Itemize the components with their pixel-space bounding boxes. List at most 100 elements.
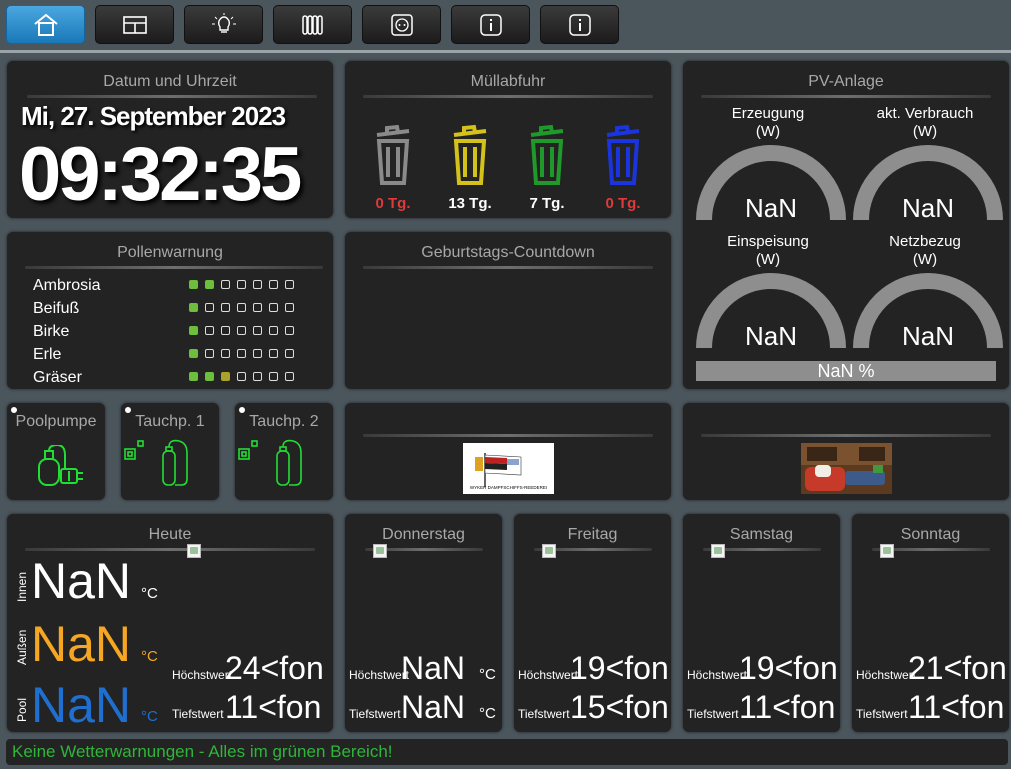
nav-divider	[0, 50, 1011, 53]
pollen-level-dot	[269, 326, 278, 335]
pollen-level-dot	[253, 349, 262, 358]
pollen-row: Beifuß	[33, 300, 313, 320]
high-label: Höchstwert	[172, 668, 233, 682]
nav-windows-button[interactable]	[95, 5, 174, 44]
pv-card: PV-Anlage Erzeugung (W) NaN akt. Verbrauch(…	[683, 61, 1009, 389]
high-unit: °C	[479, 666, 496, 683]
home-icon	[33, 13, 58, 36]
pollen-level-dot	[269, 280, 278, 289]
nav-info-button-1[interactable]	[451, 5, 530, 44]
forecast-day-title: Sonntag	[900, 526, 961, 543]
device-tauchpumpe-1[interactable]: Tauchp. 1	[121, 403, 219, 500]
pollen-level-dot	[205, 280, 214, 289]
device-title: Tauchp. 2	[249, 413, 319, 430]
gauge-title: Erzeugung	[731, 105, 805, 122]
nav-socket-button[interactable]	[362, 5, 441, 44]
low-label: Tiefstwert	[349, 707, 401, 721]
gauge-label: Einspeisung (W)	[693, 233, 843, 269]
trash-bin-icon	[368, 123, 418, 192]
pollen-level-dot	[285, 326, 294, 335]
pollen-row: Gräser	[33, 369, 313, 389]
low-label: Tiefstwert	[172, 707, 224, 721]
low-label: Tiefstwert	[856, 707, 908, 721]
row-label-pool: Pool	[15, 697, 29, 722]
ferry-logo-card[interactable]: WYKER DAMPFSCHIFFS-REEDEREI	[345, 403, 671, 500]
high-value: NaN	[401, 650, 466, 686]
device-tauchpumpe-2[interactable]: Tauchp. 2	[235, 403, 333, 500]
pollen-level-bar	[189, 280, 294, 289]
pollen-level-dot	[285, 372, 294, 381]
trash-bin-icon	[445, 123, 495, 192]
pollen-level-dot	[237, 372, 246, 381]
datetime-title: Datum und Uhrzeit	[103, 73, 237, 90]
window-icon	[122, 15, 147, 34]
weather-today-card: Heute Innen NaN °C Außen NaN °C Pool NaN…	[7, 514, 333, 732]
pollen-level-dot	[189, 280, 198, 289]
device-poolpump[interactable]: Poolpumpe	[7, 403, 105, 500]
pollen-title: Pollenwarnung	[117, 244, 223, 261]
weather-icon	[187, 544, 201, 558]
pollen-name: Birke	[33, 323, 70, 340]
pv-title: PV-Anlage	[808, 73, 884, 90]
temp-aussen: NaN	[31, 616, 132, 672]
device-title: Poolpumpe	[15, 413, 97, 430]
radiator-icon	[301, 14, 323, 35]
gauge-unit: (W)	[755, 123, 781, 140]
low-value: NaN	[401, 689, 466, 725]
pollen-level-bar	[189, 349, 294, 358]
gauge-unit: (W)	[912, 123, 938, 140]
pollen-name: Beifuß	[33, 300, 80, 317]
forecast-card: Donnerstag Höchstwert NaN °C Tiefstwert NaN °C	[345, 514, 502, 732]
divider	[25, 266, 323, 269]
row-label-innen: Innen	[15, 571, 29, 602]
gauge-unit: (W)	[755, 251, 781, 268]
low-value: 15<fon	[570, 689, 669, 725]
pollen-row: Ambrosia	[33, 277, 313, 297]
forecast-card: Freitag Höchstwert 19<fon Tiefstwert 15<fon	[514, 514, 671, 732]
pollen-level-dot	[205, 349, 214, 358]
logo-text: WYKER DAMPFSCHIFFS-REEDEREI	[469, 485, 548, 490]
forecast-day-title: Freitag	[567, 526, 618, 543]
weather-icon	[711, 544, 725, 558]
pollen-card: Pollenwarnung Ambrosia Beifuß Birke Erle Grä…	[7, 232, 333, 389]
high-value: 19<fon	[570, 650, 669, 686]
time-text: 09:32:35	[19, 132, 302, 217]
gauge-title: Netzbezug	[889, 233, 961, 250]
gauge-value: NaN	[901, 193, 954, 223]
nav-light-button[interactable]	[184, 5, 263, 44]
submersible-pump-icon	[238, 439, 302, 486]
gauge-value: NaN	[744, 321, 797, 351]
pollen-level-dot	[285, 303, 294, 312]
gauge-label: akt. Verbrauch (W)	[850, 105, 1000, 141]
low-value: 11<fon	[739, 689, 836, 725]
pool-pump-icon	[38, 445, 83, 486]
pollen-level-dot	[205, 303, 214, 312]
forecast-card: Sonntag Höchstwert 21<fon Tiefstwert 11<fon	[852, 514, 1009, 732]
picture-card[interactable]	[683, 403, 1009, 500]
low-value: 11<fon	[225, 689, 322, 725]
pollen-name: Ambrosia	[33, 277, 101, 294]
unit-pool: °C	[141, 708, 158, 725]
nav-heating-button[interactable]	[273, 5, 352, 44]
gauge-title: akt. Verbrauch	[876, 105, 974, 122]
santa-image	[801, 443, 892, 494]
divider	[363, 434, 653, 437]
divider	[701, 434, 991, 437]
pollen-level-dot	[221, 349, 230, 358]
nav-info-button-2[interactable]	[540, 5, 619, 44]
forecast-card: Samstag Höchstwert 19<fon Tiefstwert 11<fon	[683, 514, 840, 732]
pollen-level-bar	[189, 326, 294, 335]
bin-days-label: 13 Tg.	[448, 195, 492, 212]
lightbulb-icon	[211, 12, 236, 33]
pollen-level-dot	[221, 280, 230, 289]
pollen-level-dot	[205, 372, 214, 381]
ferry-logo-image: WYKER DAMPFSCHIFFS-REEDEREI	[463, 443, 554, 494]
pollen-level-dot	[189, 349, 198, 358]
trash-bin-icon	[598, 123, 648, 192]
high-value: 24<fon	[225, 650, 324, 686]
pollen-level-dot	[237, 303, 246, 312]
nav-home-button[interactable]	[6, 5, 85, 44]
pollen-level-dot	[285, 280, 294, 289]
divider	[27, 95, 317, 98]
pollen-level-dot	[269, 303, 278, 312]
